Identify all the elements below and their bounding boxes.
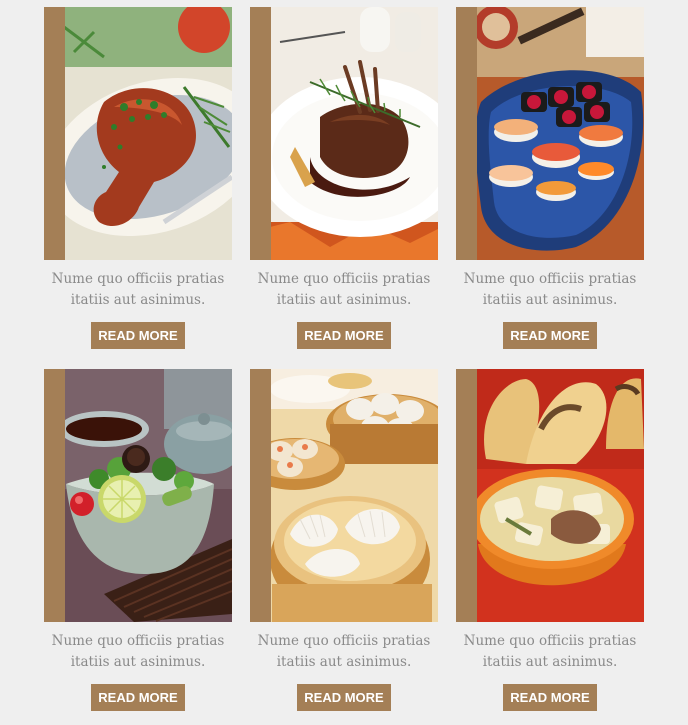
food-card: Nume quo officiis pratias itatiis aut as… bbox=[44, 7, 232, 349]
dim-sum-baskets-photo[interactable] bbox=[250, 369, 438, 622]
caption-line-2: itatiis aut asinimus. bbox=[482, 292, 618, 308]
caption-line-1: Nume quo officiis pratias bbox=[51, 633, 225, 649]
card-caption: Nume quo officiis pratias itatiis aut as… bbox=[250, 269, 438, 311]
read-more-button[interactable]: READ MORE bbox=[297, 684, 391, 711]
caption-line-2: itatiis aut asinimus. bbox=[70, 654, 206, 670]
food-card: Nume quo officiis pratias itatiis aut as… bbox=[456, 7, 644, 349]
caption-line-2: itatiis aut asinimus. bbox=[70, 292, 206, 308]
salad-bowl-photo[interactable] bbox=[44, 369, 232, 622]
lamb-rack-photo[interactable] bbox=[250, 7, 438, 260]
read-more-button[interactable]: READ MORE bbox=[297, 322, 391, 349]
read-more-button[interactable]: READ MORE bbox=[503, 684, 597, 711]
food-card-grid: Nume quo officiis pratias itatiis aut as… bbox=[0, 0, 688, 725]
caption-line-2: itatiis aut asinimus. bbox=[276, 654, 412, 670]
card-caption: Nume quo officiis pratias itatiis aut as… bbox=[456, 631, 644, 673]
card-caption: Nume quo officiis pratias itatiis aut as… bbox=[44, 269, 232, 311]
caption-line-1: Nume quo officiis pratias bbox=[51, 271, 225, 287]
caption-line-1: Nume quo officiis pratias bbox=[463, 633, 637, 649]
read-more-button[interactable]: READ MORE bbox=[91, 322, 185, 349]
caption-line-1: Nume quo officiis pratias bbox=[257, 633, 431, 649]
soup-bowl-photo[interactable] bbox=[456, 369, 644, 622]
read-more-button[interactable]: READ MORE bbox=[503, 322, 597, 349]
card-caption: Nume quo officiis pratias itatiis aut as… bbox=[44, 631, 232, 673]
card-caption: Nume quo officiis pratias itatiis aut as… bbox=[456, 269, 644, 311]
sushi-platter-photo[interactable] bbox=[456, 7, 644, 260]
caption-line-1: Nume quo officiis pratias bbox=[463, 271, 637, 287]
food-card: Nume quo officiis pratias itatiis aut as… bbox=[250, 369, 438, 711]
caption-line-2: itatiis aut asinimus. bbox=[482, 654, 618, 670]
card-caption: Nume quo officiis pratias itatiis aut as… bbox=[250, 631, 438, 673]
caption-line-2: itatiis aut asinimus. bbox=[276, 292, 412, 308]
read-more-button[interactable]: READ MORE bbox=[91, 684, 185, 711]
food-card: Nume quo officiis pratias itatiis aut as… bbox=[250, 7, 438, 349]
caption-line-1: Nume quo officiis pratias bbox=[257, 271, 431, 287]
roast-chicken-leg-photo[interactable] bbox=[44, 7, 232, 260]
food-card: Nume quo officiis pratias itatiis aut as… bbox=[44, 369, 232, 711]
food-card: Nume quo officiis pratias itatiis aut as… bbox=[456, 369, 644, 711]
